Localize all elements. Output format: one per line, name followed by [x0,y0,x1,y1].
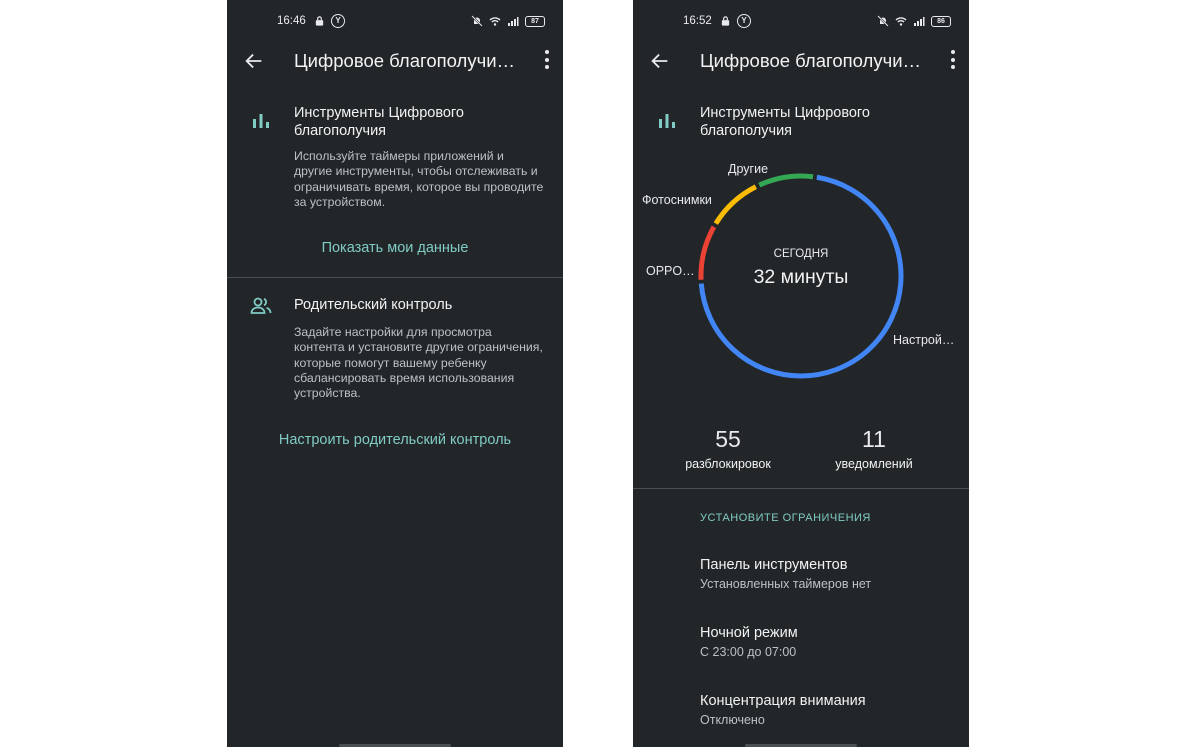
signal-icon [914,17,925,26]
lock-icon [315,16,324,26]
signal-icon [508,17,519,26]
supervisor-icon [250,297,272,314]
dashboard-item-title[interactable]: Панель инструментов [700,557,847,573]
page-title: Цифровое благополучи… [294,50,516,71]
app-notification-icon: Y [331,14,345,28]
divider [633,488,969,489]
limits-section-header: УСТАНОВИТЕ ОГРАНИЧЕНИЯ [700,512,871,524]
setup-parental-control-link[interactable]: Настроить родительский контроль [227,432,563,448]
divider [227,277,563,278]
notifications-label: уведомлений [835,457,913,471]
parental-control-title: Родительский контроль [294,297,453,313]
mute-bell-icon [471,15,483,27]
wifi-icon [489,17,501,26]
slice-label: Фотоснимки [642,193,712,207]
tools-title: Инструменты Цифрового благополучия [700,105,870,139]
usage-donut-chart[interactable]: СЕГОДНЯ 32 минуты Настрой… OPPO… Фотосни… [633,162,969,402]
slice-label: OPPO… [646,264,695,278]
tools-title: Инструменты Цифрового благополучия [294,105,464,139]
status-time: 16:46 [277,15,306,27]
focus-mode-item-title[interactable]: Концентрация внимания [700,693,866,709]
notifications-count: 11 [862,426,886,452]
status-time: 16:52 [683,15,712,27]
phone-screen-right: 16:52 Y 86 Цифровое благополучи… Инструм… [633,0,969,747]
unlocks-label: разблокировок [685,457,771,471]
dashboard-item-subtitle: Установленных таймеров нет [700,577,872,591]
bedtime-item-subtitle: С 23:00 до 07:00 [700,645,797,659]
phone-screen-left: 16:46 Y 87 Цифровое благополучи… Инструм… [227,0,563,747]
donut-slice-2[interactable] [713,184,758,225]
more-vert-icon[interactable] [951,50,955,72]
status-bar: 16:52 Y 86 [633,14,969,30]
bedtime-item-title[interactable]: Ночной режим [700,625,798,641]
arrow-left-icon[interactable] [649,50,671,72]
focus-mode-item-subtitle: Отключено [700,713,765,727]
battery-indicator: 86 [931,15,951,27]
status-bar: 16:46 Y 87 [227,14,563,30]
today-caption: СЕГОДНЯ [773,248,829,260]
slice-label: Настрой… [893,333,955,347]
bar-chart-icon [659,114,675,128]
wifi-icon [895,17,907,26]
lock-icon [721,16,730,26]
page-title: Цифровое благополучи… [700,50,922,71]
app-bar: Цифровое благополучи… [633,44,969,78]
bar-chart-icon [253,114,269,128]
tools-description: Используйте таймеры приложений и другие … [294,149,544,209]
mute-bell-icon [877,15,889,27]
donut-slice-3[interactable] [758,173,814,188]
unlocks-count: 55 [715,426,741,452]
arrow-left-icon[interactable] [243,50,265,72]
battery-indicator: 87 [525,15,545,27]
show-my-data-link[interactable]: Показать мои данные [227,240,563,256]
slice-label: Другие [728,162,769,176]
app-notification-icon: Y [737,14,751,28]
more-vert-icon[interactable] [545,50,549,72]
parental-control-description: Задайте настройки для просмотра контента… [294,325,543,401]
app-bar: Цифровое благополучи… [227,44,563,78]
